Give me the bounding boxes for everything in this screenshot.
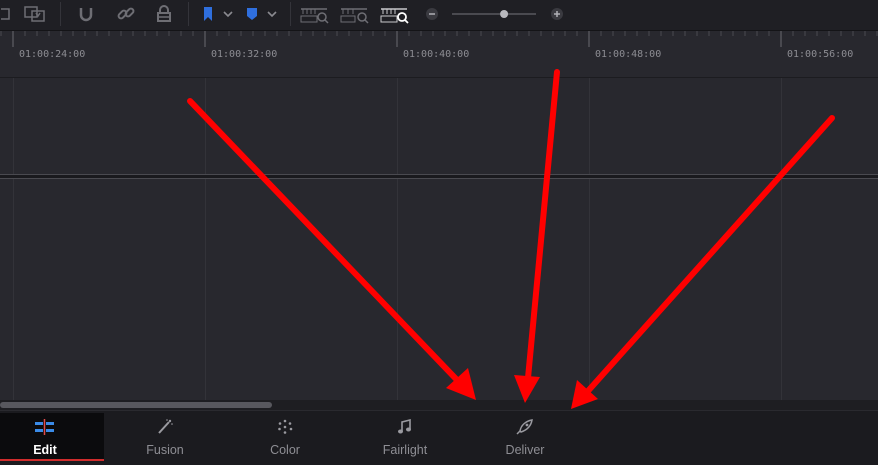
grid-line xyxy=(205,78,206,400)
page-tab-fairlight[interactable]: Fairlight xyxy=(346,413,464,461)
timeline-scrollbar[interactable] xyxy=(0,400,878,410)
zoom-detail-icon[interactable] xyxy=(338,4,372,24)
video-audio-divider[interactable] xyxy=(0,174,878,179)
linked-selection-icon[interactable] xyxy=(114,4,138,24)
chevron-down-icon[interactable] xyxy=(220,4,236,24)
toolbar-separator xyxy=(188,2,189,26)
edit-page-icon xyxy=(34,419,56,439)
page-tab-fusion[interactable]: Fusion xyxy=(106,413,224,461)
page-tab-label: Color xyxy=(270,443,300,457)
lock-icon[interactable] xyxy=(152,4,176,24)
timecode-label: 01:00:40:00 xyxy=(403,49,470,60)
zoom-in-icon[interactable] xyxy=(549,4,565,24)
link-clips-icon[interactable] xyxy=(0,4,20,24)
timecode-label: 01:00:48:00 xyxy=(595,49,662,60)
chevron-down-icon[interactable] xyxy=(264,4,280,24)
snapping-icon[interactable] xyxy=(74,4,98,24)
flag-icon[interactable] xyxy=(198,4,218,24)
grid-line xyxy=(781,78,782,400)
page-tab-label: Deliver xyxy=(505,443,545,457)
timecode-label: 01:00:56:00 xyxy=(787,49,854,60)
deliver-page-icon xyxy=(516,419,534,439)
page-tab-color[interactable]: Color xyxy=(226,413,344,461)
grid-line xyxy=(397,78,398,400)
toolbar-separator xyxy=(290,2,291,26)
zoom-custom-icon[interactable] xyxy=(378,4,412,24)
page-tab-label: Fusion xyxy=(146,443,184,457)
scrollbar-thumb[interactable] xyxy=(0,402,273,408)
zoom-slider[interactable] xyxy=(450,4,538,24)
page-tab-edit[interactable]: Edit xyxy=(0,413,104,461)
page-navigation-bar: Edit Fusion Color Fairlight Deliver xyxy=(0,410,878,465)
replace-clip-icon[interactable] xyxy=(20,4,50,24)
zoom-full-icon[interactable] xyxy=(298,4,332,24)
page-tab-deliver[interactable]: Deliver xyxy=(466,413,584,461)
timecode-ruler[interactable]: 01:00:24:00 01:00:32:00 01:00:40:00 01:0… xyxy=(0,31,878,78)
page-tab-label: Fairlight xyxy=(382,443,428,457)
zoom-slider-handle[interactable] xyxy=(500,10,509,18)
timecode-label: 01:00:32:00 xyxy=(211,49,278,60)
fusion-page-icon xyxy=(156,419,174,439)
marker-icon[interactable] xyxy=(242,4,262,24)
page-tab-label: Edit xyxy=(33,443,57,457)
timeline-tracks[interactable] xyxy=(0,78,878,400)
fairlight-page-icon xyxy=(397,418,413,439)
color-page-icon xyxy=(276,419,294,439)
grid-line xyxy=(589,78,590,400)
timecode-label: 01:00:24:00 xyxy=(19,49,86,60)
grid-line xyxy=(13,78,14,400)
toolbar-separator xyxy=(60,2,61,26)
timeline-toolbar xyxy=(0,0,878,31)
zoom-out-icon[interactable] xyxy=(424,4,440,24)
